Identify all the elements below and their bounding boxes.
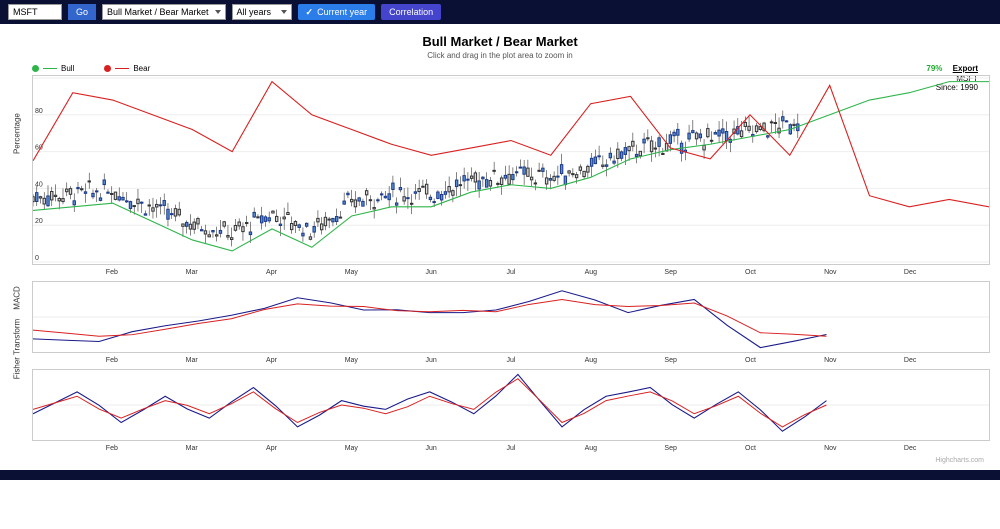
chevron-down-icon (215, 10, 221, 14)
pattern-dropdown[interactable]: Bull Market / Bear Market (102, 4, 226, 20)
range-dropdown[interactable]: All years (232, 4, 292, 20)
svg-text:40: 40 (35, 181, 43, 188)
dot-icon (32, 65, 39, 72)
top-toolbar: Go Bull Market / Bear Market All years ✓… (0, 0, 1000, 24)
legend-bear[interactable]: Bear (104, 64, 150, 73)
dash-icon (115, 68, 129, 69)
range-dropdown-label: All years (237, 7, 272, 17)
xaxis-main: FebMarAprMayJunJulAugSepOctNovDec (32, 269, 990, 281)
ticker-input[interactable] (8, 4, 62, 20)
correlation-button[interactable]: Correlation (381, 4, 441, 20)
correlation-pct: 79% (926, 64, 942, 73)
legend-bull[interactable]: Bull (32, 64, 74, 73)
legend: Bull Bear (32, 64, 990, 73)
ylabel-main: Percentage (13, 113, 22, 154)
dash-icon (43, 68, 57, 69)
legend-bull-label: Bull (61, 64, 74, 73)
svg-text:100: 100 (35, 76, 47, 78)
dot-icon (104, 65, 111, 72)
chart-footer: Highcharts.com (10, 457, 990, 464)
svg-text:0: 0 (35, 255, 39, 262)
check-icon: ✓ (306, 7, 314, 18)
pattern-dropdown-label: Bull Market / Bear Market (107, 7, 209, 17)
xaxis-macd: FebMarAprMayJunJulAugSepOctNovDec (32, 357, 990, 369)
main-chart[interactable]: Percentage 020406080100 (32, 75, 990, 265)
svg-text:20: 20 (35, 218, 43, 225)
macd-chart[interactable]: MACD (32, 281, 990, 353)
chevron-down-icon (281, 10, 287, 14)
chart-title: Bull Market / Bear Market (10, 34, 990, 49)
export-link[interactable]: Export (953, 64, 978, 73)
svg-text:80: 80 (35, 108, 43, 115)
bottom-bar (0, 470, 1000, 480)
current-year-button[interactable]: ✓ Current year (298, 4, 376, 20)
go-button[interactable]: Go (68, 4, 96, 20)
ylabel-macd: MACD (13, 286, 22, 310)
chart-subtitle: Click and drag in the plot area to zoom … (10, 51, 990, 60)
ylabel-ft: Fisher Transform (13, 319, 22, 379)
fisher-chart[interactable]: Fisher Transform (32, 369, 990, 441)
xaxis-ft: FebMarAprMayJunJulAugSepOctNovDec (32, 445, 990, 457)
current-year-label: Current year (317, 7, 367, 17)
legend-bear-label: Bear (133, 64, 150, 73)
